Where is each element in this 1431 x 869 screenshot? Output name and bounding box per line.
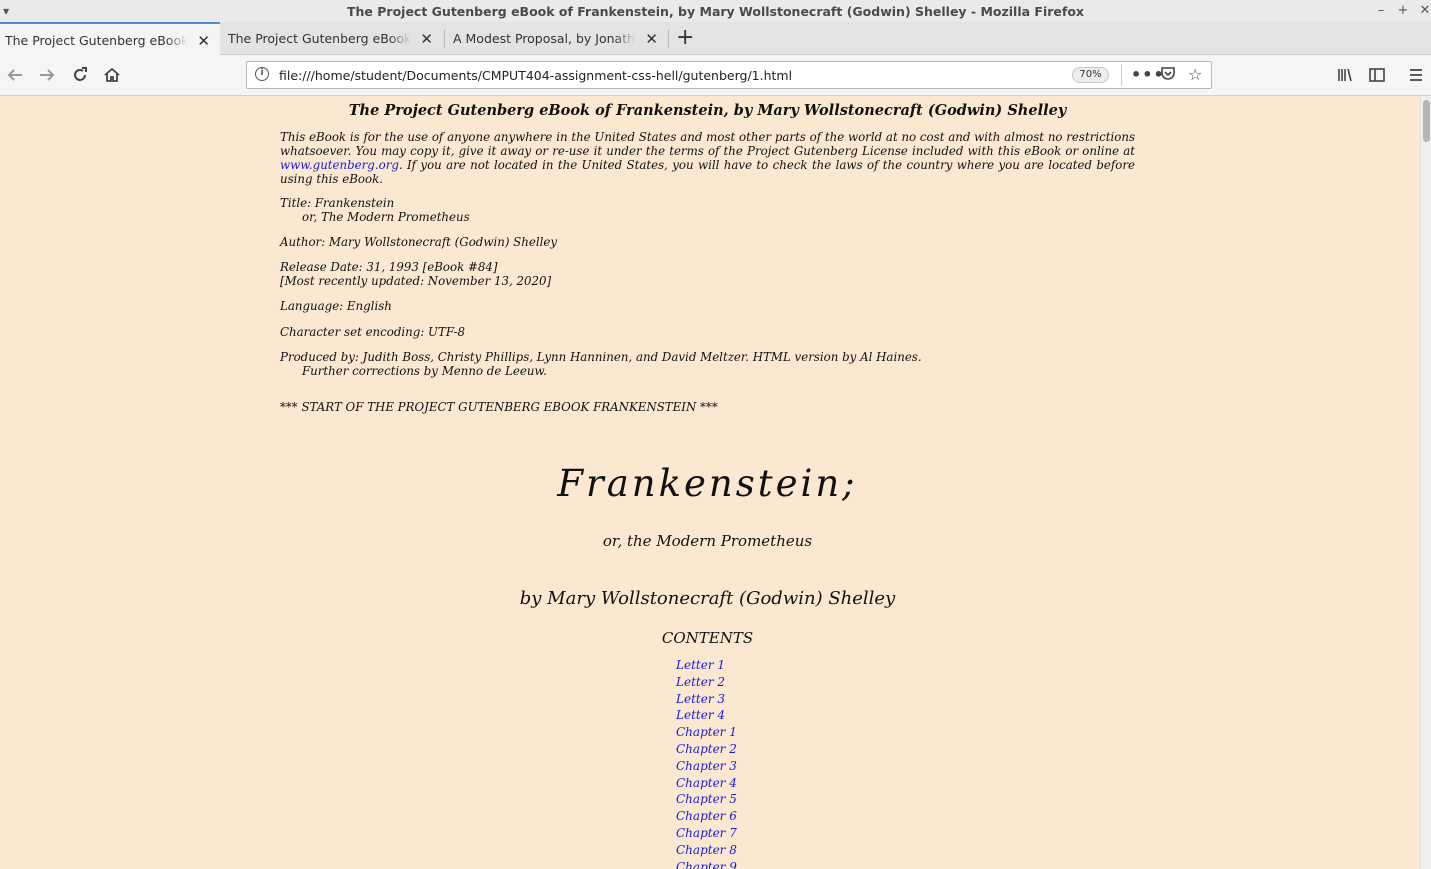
- tab-frankenstein-2[interactable]: The Project Gutenberg eBook of Frankenst…: [223, 22, 443, 55]
- encoding-line: Character set encoding: UTF-8: [280, 325, 466, 339]
- start-marker: *** START OF THE PROJECT GUTENBERG EBOOK…: [280, 400, 718, 414]
- release-date-line: Release Date: 31, 1993 [eBook #84]: [280, 260, 498, 274]
- license-paragraph: This eBook is for the use of anyone anyw…: [280, 130, 1135, 186]
- bookmark-star-icon[interactable]: ☆: [1188, 65, 1202, 84]
- navigation-toolbar: i file:///home/student/Documents/CMPUT40…: [0, 55, 1431, 96]
- urlbar-separator: [1121, 64, 1122, 86]
- tab-label: The Project Gutenberg eBook of Frankenst…: [228, 31, 411, 46]
- toc-link-chapter-6[interactable]: Chapter 6: [676, 808, 737, 825]
- minimize-icon[interactable]: –: [1374, 3, 1388, 18]
- toc-link-letter-4[interactable]: Letter 4: [676, 707, 737, 724]
- toc-link-chapter-2[interactable]: Chapter 2: [676, 741, 737, 758]
- tab-separator: [668, 30, 669, 48]
- forward-icon[interactable]: [35, 63, 59, 87]
- book-byline: by Mary Wollstonecraft (Godwin) Shelley: [519, 588, 896, 609]
- tab-frankenstein-1[interactable]: The Project Gutenberg eBook of Frankenst…: [0, 22, 220, 56]
- updated-date-line: [Most recently updated: November 13, 202…: [280, 274, 552, 288]
- table-of-contents: Letter 1 Letter 2 Letter 3 Letter 4 Chap…: [676, 657, 737, 869]
- produced-by-line: Produced by: Judith Boss, Christy Philli…: [280, 350, 922, 364]
- toc-link-chapter-7[interactable]: Chapter 7: [676, 825, 737, 842]
- url-text[interactable]: file:///home/student/Documents/CMPUT404-…: [279, 68, 792, 83]
- toc-link-chapter-8[interactable]: Chapter 8: [676, 842, 737, 859]
- zoom-indicator[interactable]: 70%: [1072, 67, 1109, 83]
- new-tab-icon[interactable]: +: [676, 25, 694, 50]
- author-line: Author: Mary Wollstonecraft (Godwin) She…: [280, 235, 558, 249]
- library-icon[interactable]: [1333, 63, 1357, 87]
- maximize-icon[interactable]: +: [1396, 3, 1410, 18]
- corrections-line: Further corrections by Menno de Leeuw.: [302, 364, 547, 378]
- toc-link-letter-1[interactable]: Letter 1: [676, 657, 737, 674]
- book-title: Frankenstein;: [557, 462, 858, 505]
- title-line: Title: Frankenstein: [280, 196, 395, 210]
- site-info-icon[interactable]: i: [255, 67, 269, 81]
- vertical-scrollbar[interactable]: [1420, 96, 1431, 869]
- tab-label: The Project Gutenberg eBook of Frankenst…: [5, 32, 188, 48]
- document-header-title: The Project Gutenberg eBook of Frankenst…: [348, 102, 1067, 119]
- page-viewport[interactable]: The Project Gutenberg eBook of Frankenst…: [0, 96, 1420, 869]
- tab-separator: [444, 30, 445, 48]
- toc-link-chapter-9[interactable]: Chapter 9: [676, 859, 737, 869]
- hamburger-menu-icon[interactable]: [1404, 63, 1428, 87]
- toc-link-chapter-4[interactable]: Chapter 4: [676, 775, 737, 792]
- home-icon[interactable]: [100, 63, 124, 87]
- tab-label: A Modest Proposal, by Jonathan Swift: [453, 31, 636, 46]
- window-title: The Project Gutenberg eBook of Frankenst…: [347, 4, 1084, 19]
- alt-title-line: or, The Modern Prometheus: [302, 210, 470, 224]
- toc-link-letter-3[interactable]: Letter 3: [676, 691, 737, 708]
- reload-icon[interactable]: [68, 63, 92, 87]
- contents-heading: CONTENTS: [661, 629, 754, 647]
- toc-link-chapter-5[interactable]: Chapter 5: [676, 791, 737, 808]
- close-tab-icon[interactable]: ✕: [197, 32, 210, 50]
- sidebar-icon[interactable]: [1365, 63, 1389, 87]
- pocket-icon[interactable]: [1160, 65, 1176, 85]
- tab-modest-proposal[interactable]: A Modest Proposal, by Jonathan Swift ✕: [448, 22, 668, 55]
- scrollbar-thumb[interactable]: [1423, 100, 1430, 142]
- license-text-end: . If you are not located in the United S…: [280, 158, 1135, 186]
- close-tab-icon[interactable]: ✕: [645, 30, 658, 48]
- close-tab-icon[interactable]: ✕: [420, 30, 433, 48]
- back-icon[interactable]: [3, 63, 27, 87]
- close-window-icon[interactable]: ✕: [1418, 3, 1431, 18]
- tab-strip: The Project Gutenberg eBook of Frankenst…: [0, 22, 1431, 56]
- toc-link-chapter-3[interactable]: Chapter 3: [676, 758, 737, 775]
- window-menu-icon[interactable]: ▼: [3, 7, 9, 16]
- window-titlebar: ▼ The Project Gutenberg eBook of Franken…: [0, 0, 1431, 23]
- toc-link-chapter-1[interactable]: Chapter 1: [676, 724, 737, 741]
- book-subtitle: or, the Modern Prometheus: [602, 532, 813, 550]
- license-text-start: This eBook is for the use of anyone anyw…: [280, 130, 1135, 158]
- url-bar[interactable]: i file:///home/student/Documents/CMPUT40…: [246, 61, 1212, 89]
- toc-link-letter-2[interactable]: Letter 2: [676, 674, 737, 691]
- gutenberg-link[interactable]: www.gutenberg.org: [280, 158, 399, 172]
- language-line: Language: English: [280, 299, 392, 313]
